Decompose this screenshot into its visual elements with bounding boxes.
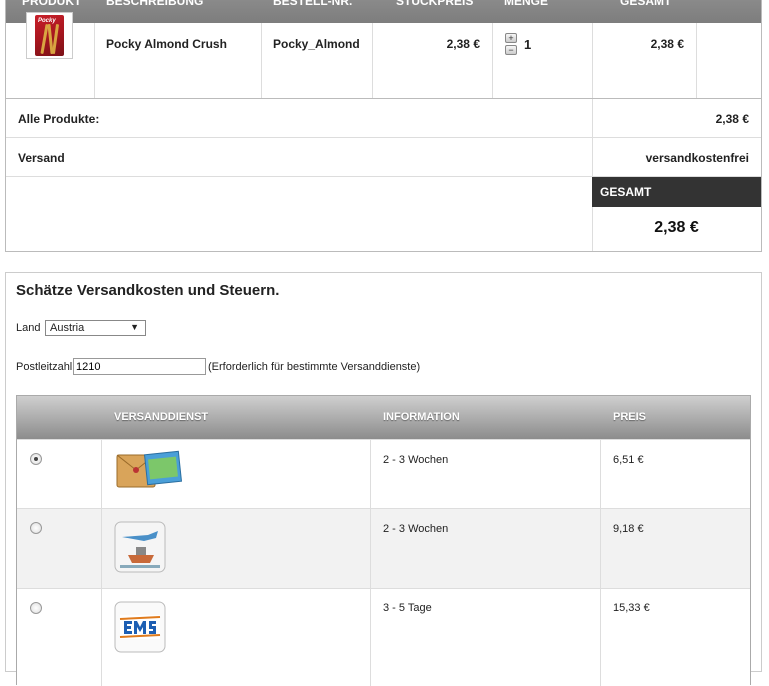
header-preis: PREIS — [613, 411, 647, 423]
item-total: 2,38 € — [650, 37, 684, 51]
shipping-price-2: 9,18 € — [613, 523, 644, 535]
header-menge: MENGE — [504, 0, 549, 8]
parcel-icon — [116, 450, 183, 488]
all-products-label: Alle Produkte: — [18, 112, 100, 126]
airmail-ship-icon — [114, 521, 166, 573]
grand-total-label: GESAMT — [600, 185, 652, 199]
product-sku: Pocky_Almond — [273, 37, 360, 51]
header-produkt: PRODUKT — [22, 0, 82, 8]
country-label: Land — [16, 322, 41, 334]
shipping-info-2: 2 - 3 Wochen — [383, 523, 449, 535]
shipping-header-row: VERSANDDIENST INFORMATION PREIS — [17, 396, 750, 439]
header-versanddienst: VERSANDDIENST — [114, 411, 209, 423]
header-information: INFORMATION — [383, 411, 460, 423]
shipping-radio-2[interactable] — [30, 522, 42, 534]
estimate-title: Schätze Versandkosten und Steuern. — [16, 282, 280, 299]
shipping-row[interactable]: 2 - 3 Wochen 6,51 € — [17, 439, 750, 508]
all-products-value: 2,38 € — [715, 112, 749, 126]
shipping-price-1: 6,51 € — [613, 454, 644, 466]
qty-plus-button[interactable]: + — [505, 33, 517, 43]
quantity-stepper: + − — [505, 33, 517, 57]
shipping-price-3: 15,33 € — [613, 602, 650, 614]
zip-label: Postleitzahl — [16, 361, 73, 373]
shipping-info-1: 2 - 3 Wochen — [383, 454, 449, 466]
zip-hint: (Erforderlich für bestimmte Versanddiens… — [208, 361, 421, 373]
cart-header-row: PRODUKT BESCHREIBUNG BESTELL-NR. STÜCKPR… — [6, 0, 761, 23]
grand-total-value: 2,38 € — [654, 219, 699, 236]
qty-minus-button[interactable]: − — [505, 45, 517, 55]
shipping-row[interactable]: 2 - 3 Wochen 9,18 € — [17, 508, 750, 588]
shipping-radio-1[interactable] — [30, 453, 42, 465]
ems-icon — [114, 601, 166, 653]
zip-input[interactable] — [73, 358, 206, 375]
product-image[interactable]: Pocky — [26, 12, 73, 59]
header-bestell-nr: BESTELL-NR. — [273, 0, 353, 8]
country-select[interactable]: Austria ▼ — [45, 320, 146, 336]
cart-table: PRODUKT BESCHREIBUNG BESTELL-NR. STÜCKPR… — [5, 0, 762, 252]
quantity-value: 1 — [524, 37, 532, 52]
shipping-radio-3[interactable] — [30, 602, 42, 614]
product-name[interactable]: Pocky Almond Crush — [106, 37, 227, 51]
header-gesamt: GESAMT — [620, 0, 672, 8]
unit-price: 2,38 € — [446, 37, 480, 51]
shipping-estimate-panel: Schätze Versandkosten und Steuern. Land … — [5, 272, 762, 686]
shipping-row[interactable]: 3 - 5 Tage 15,33 € — [17, 588, 750, 686]
shipping-services-table: VERSANDDIENST INFORMATION PREIS 2 - 3 Wo… — [16, 395, 751, 686]
header-beschreibung: BESCHREIBUNG — [106, 0, 204, 8]
grand-total-header: GESAMT — [592, 177, 761, 207]
chevron-down-icon: ▼ — [130, 322, 139, 332]
pocky-box-icon: Pocky — [35, 15, 64, 56]
shipping-label: Versand — [18, 151, 65, 165]
shipping-value: versandkostenfrei — [645, 151, 749, 165]
shipping-info-3: 3 - 5 Tage — [383, 602, 432, 614]
header-stueckpreis: STÜCKPREIS — [396, 0, 474, 8]
